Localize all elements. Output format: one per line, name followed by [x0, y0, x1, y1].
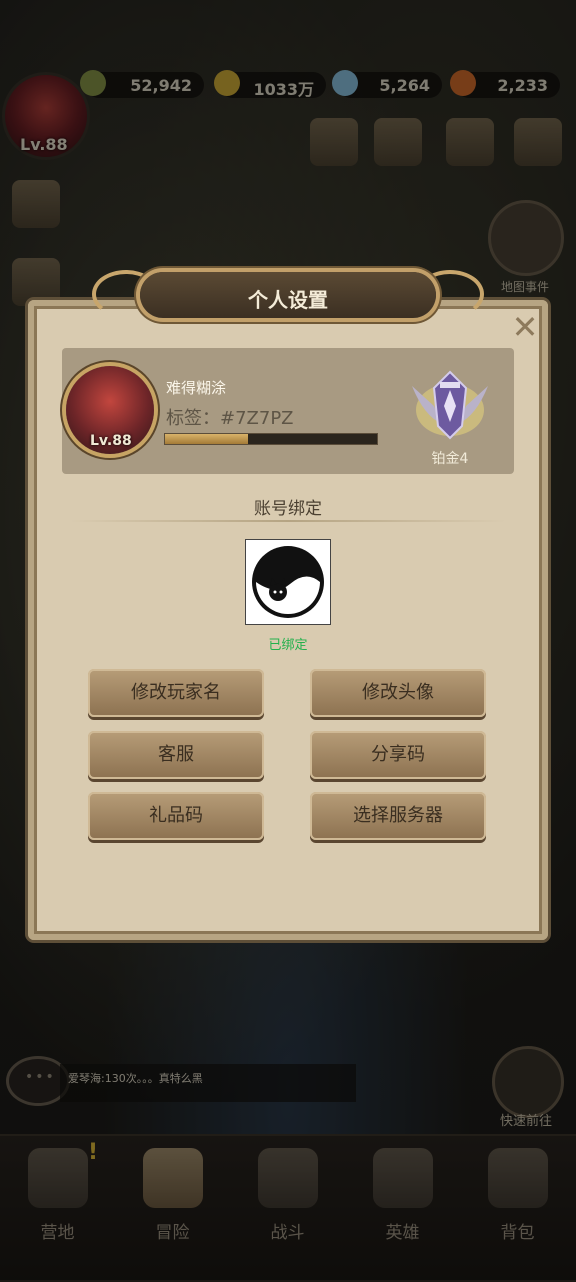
xp-fill [165, 434, 248, 444]
xp-bar [164, 433, 378, 445]
close-button[interactable]: ✕ [510, 311, 540, 343]
rename-button[interactable]: 修改玩家名 [88, 669, 264, 717]
binding-section-title: 账号绑定 [254, 499, 322, 519]
customer-service-button[interactable]: 客服 [88, 731, 264, 779]
divider [70, 520, 506, 522]
profile-level: Lv.88 [90, 433, 132, 449]
change-avatar-button[interactable]: 修改头像 [310, 669, 486, 717]
player-name: 难得糊涂 [166, 379, 227, 397]
gift-code-button[interactable]: 礼品码 [88, 792, 264, 840]
rank-label: 铂金4 [431, 451, 469, 467]
player-tag: 标签：#7Z7PZ [166, 408, 294, 429]
rank-badge-icon[interactable] [404, 366, 496, 446]
select-server-button[interactable]: 选择服务器 [310, 792, 486, 840]
binding-status: 已绑定 [268, 638, 308, 653]
modal-title: 个人设置 [248, 288, 328, 312]
share-code-button[interactable]: 分享码 [310, 731, 486, 779]
bound-account-logo-icon[interactable] [245, 539, 331, 625]
modal-header: 个人设置 [92, 262, 484, 328]
